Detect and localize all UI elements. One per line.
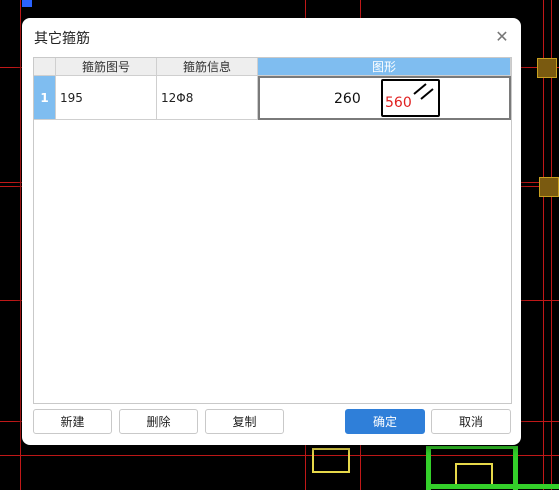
- grid-line: [20, 0, 21, 490]
- column-header-shape[interactable]: 图形: [258, 58, 511, 76]
- ok-button[interactable]: 确定: [345, 409, 425, 434]
- other-stirrups-dialog: 其它箍筋 ✕ 箍筋图号 箍筋信息 图形 1 195 12Φ8 260 560 新…: [22, 18, 521, 445]
- ucs-flag-icon: [22, 0, 32, 7]
- copy-button[interactable]: 复制: [205, 409, 284, 434]
- rebar-info-cell[interactable]: 12Φ8: [157, 76, 258, 120]
- column-marker: [537, 58, 557, 78]
- row-number[interactable]: 1: [34, 76, 56, 120]
- figure-no-cell[interactable]: 195: [56, 76, 157, 120]
- column-marker: [539, 177, 559, 197]
- wall-line: [426, 446, 518, 449]
- dialog-title: 其它箍筋: [34, 31, 90, 47]
- grid-line: [0, 455, 559, 456]
- shape-width-label: 260: [334, 91, 361, 107]
- new-button[interactable]: 新建: [33, 409, 112, 434]
- column-header-figure-no[interactable]: 箍筋图号: [56, 58, 157, 76]
- beam-box: [312, 448, 350, 473]
- wall-line: [426, 484, 559, 489]
- corner-header: [34, 58, 56, 76]
- shape-height-label: 560: [385, 95, 412, 111]
- cancel-button[interactable]: 取消: [431, 409, 511, 434]
- stirrup-table[interactable]: 箍筋图号 箍筋信息 图形 1 195 12Φ8 260 560: [33, 57, 512, 404]
- wall-line: [513, 446, 518, 490]
- stirrup-hook-icon: [413, 83, 434, 100]
- delete-button[interactable]: 删除: [119, 409, 198, 434]
- close-icon[interactable]: ✕: [493, 27, 511, 46]
- stirrup-shape: 560: [381, 79, 440, 117]
- column-header-rebar-info[interactable]: 箍筋信息: [157, 58, 258, 76]
- shape-cell[interactable]: 260 560: [258, 76, 511, 120]
